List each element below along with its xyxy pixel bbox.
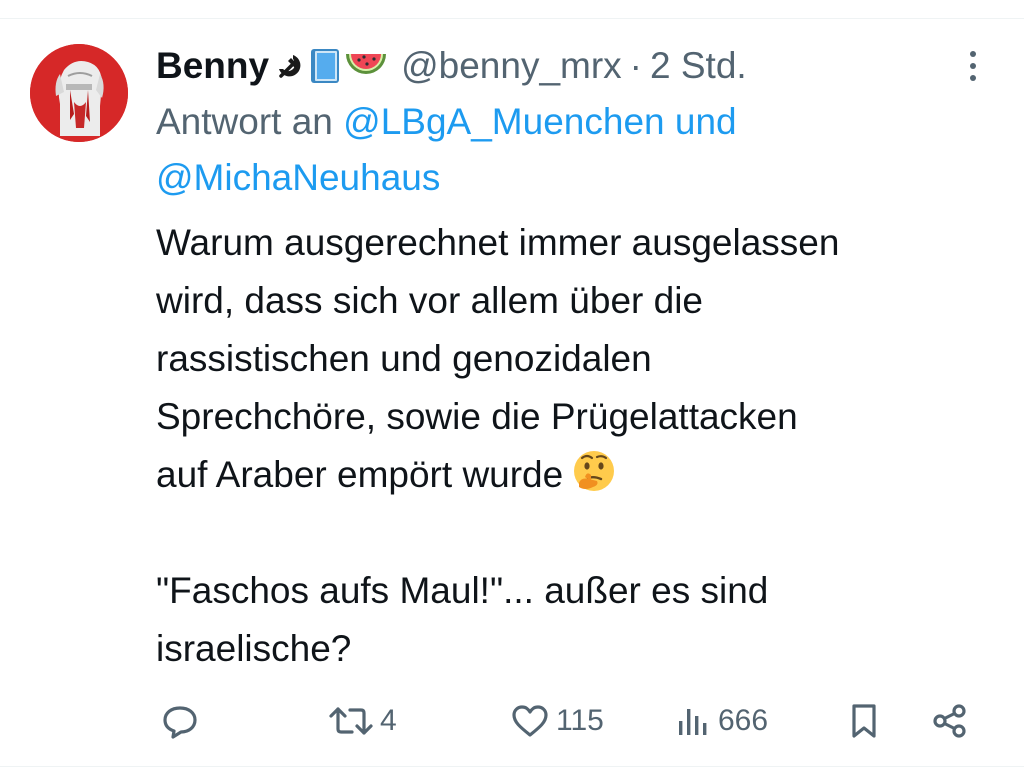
more-options-button[interactable] (962, 46, 984, 86)
more-dot-icon (970, 63, 976, 69)
name-emojis (273, 47, 391, 85)
tweet-header: Benny @benny_mrx · 2 Std. (156, 38, 996, 94)
body-line: rassistischen und genozidalen (156, 338, 652, 379)
like-count: 115 (556, 704, 604, 737)
top-divider (0, 18, 1024, 19)
more-dot-icon (970, 75, 976, 81)
mention-michaneuhaus[interactable]: @MichaNeuhaus (156, 157, 440, 198)
more-dot-icon (970, 51, 976, 57)
avatar[interactable] (30, 44, 128, 142)
hammer-sickle-icon (279, 55, 301, 78)
quote-line: "Faschos aufs Maul!"... außer es sind (156, 570, 769, 611)
retweet-icon (329, 707, 373, 735)
thinking-face-icon (574, 451, 615, 491)
mention-joiner[interactable]: und (675, 101, 737, 142)
retweet-button[interactable]: 4 (328, 696, 397, 746)
body-line: Warum ausgerechnet immer ausgelassen (156, 222, 840, 263)
share-button[interactable] (930, 696, 970, 746)
separator-dot: · (629, 45, 642, 86)
retweet-count: 4 (380, 704, 397, 737)
blue-book-icon (311, 49, 340, 83)
reply-button[interactable] (160, 696, 206, 746)
reply-context: Antwort an @LBgA_Muenchen und @MichaNeuh… (156, 94, 996, 206)
action-bar: 4 115 666 (156, 696, 976, 746)
body-line: wird, dass sich vor allem über die (156, 280, 703, 321)
body-line-with-emoji: auf Araber empört wurde (156, 446, 996, 504)
share-icon (933, 704, 966, 738)
bottom-divider (0, 766, 1024, 767)
body-line: Sprechchöre, sowie die Prügelattacken (156, 396, 798, 437)
views-bar-chart-icon (679, 709, 707, 735)
views-count: 666 (718, 704, 769, 737)
views-button[interactable]: 666 (676, 696, 768, 746)
body-line-text: auf Araber empört wurde (156, 454, 564, 495)
heart-icon (512, 705, 548, 737)
mention-lbga-muenchen[interactable]: @LBgA_Muenchen (343, 101, 664, 142)
reply-icon (163, 706, 197, 739)
like-button[interactable]: 115 (510, 696, 604, 746)
bookmark-icon (852, 704, 876, 738)
user-handle[interactable]: @benny_mrx (401, 38, 622, 94)
bookmark-button[interactable] (846, 696, 882, 746)
reply-prefix: Antwort an (156, 101, 333, 142)
display-name[interactable]: Benny (156, 38, 269, 94)
watermelon-icon (346, 54, 387, 74)
timestamp[interactable]: 2 Std. (650, 38, 747, 94)
quote-line: israelische? (156, 628, 352, 669)
tweet: Benny @benny_mrx · 2 Std. Antwort an @LB… (156, 38, 996, 678)
tweet-body: Warum ausgerechnet immer ausgelassen wir… (156, 214, 996, 678)
